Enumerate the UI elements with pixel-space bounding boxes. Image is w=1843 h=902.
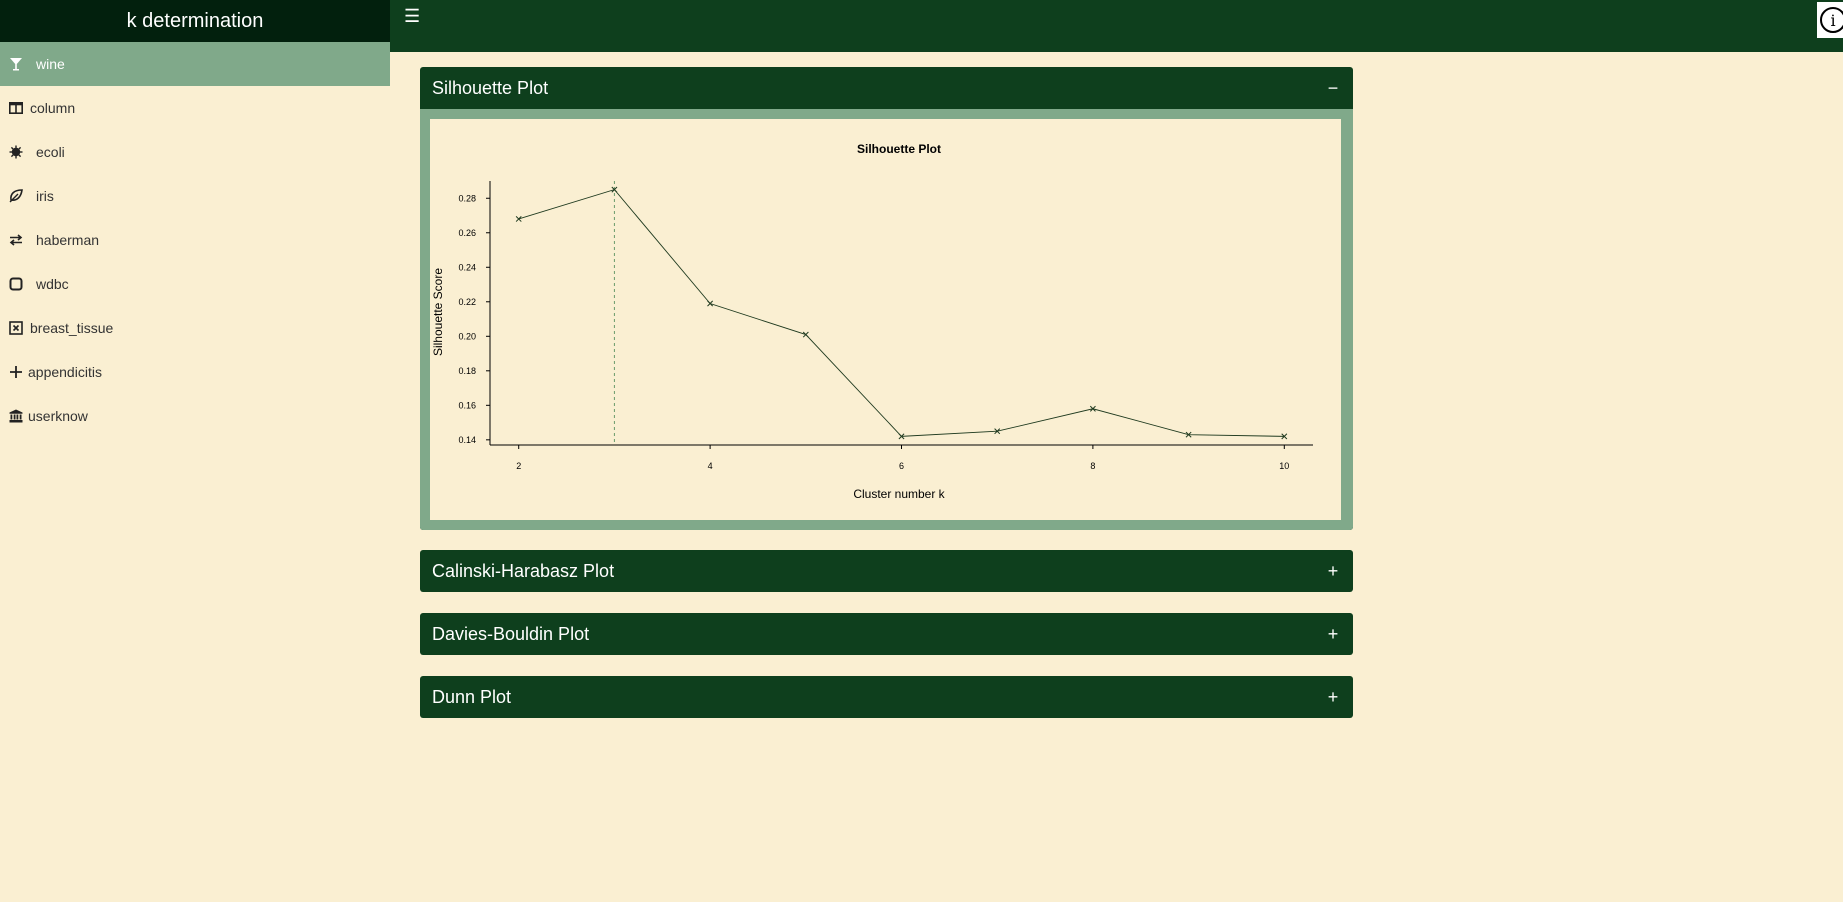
sidebar-item-iris[interactable]: iris: [0, 174, 390, 218]
x-axis-label: Cluster number k: [853, 487, 945, 501]
sidebar: k determination wine column ecoli iris h…: [0, 0, 390, 902]
collapse-button[interactable]: −: [1325, 78, 1341, 99]
sidebar-item-column[interactable]: column: [0, 86, 390, 130]
box-title: Dunn Plot: [432, 686, 512, 707]
exchange-icon: [8, 232, 24, 248]
y-tick-label: 0.28: [458, 193, 476, 203]
virus-icon: [8, 144, 24, 160]
y-tick-label: 0.26: [458, 228, 476, 238]
expand-button[interactable]: +: [1325, 624, 1341, 645]
box-body: Silhouette Plot Cluster number k Silhoue…: [420, 109, 1353, 530]
x-tick-label: 2: [516, 461, 521, 471]
sidebar-item-label: userknow: [28, 408, 88, 424]
box-title: Calinski-Harabasz Plot: [432, 560, 615, 581]
sidebar-item-label: wdbc: [36, 276, 69, 292]
cocktail-glass-icon: [8, 56, 24, 72]
box-title: Davies-Bouldin Plot: [432, 623, 590, 644]
data-point: [802, 331, 809, 338]
y-tick-label: 0.20: [458, 331, 476, 341]
leaf-icon: [8, 188, 24, 204]
sidebar-item-label: ecoli: [36, 144, 65, 160]
sidebar-item-label: column: [30, 100, 76, 116]
data-point: [707, 300, 714, 307]
sidebar-item-ecoli[interactable]: ecoli: [0, 130, 390, 174]
y-axis-label: Silhouette Score: [431, 268, 445, 356]
sidebar-item-label: iris: [36, 188, 54, 204]
university-icon: [8, 408, 24, 424]
data-point: [515, 216, 522, 222]
x-tick-label: 4: [708, 461, 713, 471]
series-line: [518, 189, 1285, 437]
x-tick-label: 6: [899, 461, 904, 471]
columns-icon: [8, 100, 24, 116]
y-tick-label: 0.18: [458, 366, 476, 376]
sidebar-item-label: breast_tissue: [30, 320, 114, 336]
chart-title: Silhouette Plot: [857, 142, 941, 156]
x-tick-label: 10: [1279, 461, 1289, 471]
box-title: Silhouette Plot: [432, 77, 549, 98]
sidebar-item-label: appendicitis: [28, 364, 102, 380]
silhouette-chart: Silhouette Plot Cluster number k Silhoue…: [430, 119, 1341, 520]
sidebar-item-haberman[interactable]: haberman: [0, 218, 390, 262]
expand-button[interactable]: +: [1325, 561, 1341, 582]
sidebar-item-wdbc[interactable]: wdbc: [0, 262, 390, 306]
y-tick-label: 0.14: [458, 435, 476, 445]
hamburger-icon[interactable]: ☰: [404, 6, 420, 27]
x-tick-label: 8: [1090, 461, 1095, 471]
box-header: Calinski-Harabasz Plot +: [420, 550, 1353, 592]
sidebar-item-wine[interactable]: wine: [0, 42, 390, 86]
sidebar-item-label: wine: [36, 56, 65, 72]
calinski-harabasz-plot-box: Calinski-Harabasz Plot +: [420, 550, 1353, 592]
box-header: Silhouette Plot −: [420, 67, 1353, 109]
y-tick-label: 0.22: [458, 297, 476, 307]
y-tick-label: 0.16: [458, 400, 476, 410]
app-title: k determination: [0, 0, 390, 42]
sidebar-item-label: haberman: [36, 232, 100, 248]
top-navbar: ☰ i: [390, 0, 1843, 52]
plus-icon: [8, 364, 24, 380]
davies-bouldin-plot-box: Davies-Bouldin Plot +: [420, 613, 1353, 655]
box-header: Dunn Plot +: [420, 676, 1353, 718]
x-square-icon: [8, 320, 24, 336]
box-header: Davies-Bouldin Plot +: [420, 613, 1353, 655]
dunn-plot-box: Dunn Plot +: [420, 676, 1353, 718]
sidebar-item-breast-tissue[interactable]: breast_tissue: [0, 306, 390, 350]
chart-svg: Silhouette Plot Cluster number k Silhoue…: [431, 142, 1313, 501]
sidebar-item-userknow[interactable]: userknow: [0, 394, 390, 438]
y-tick-label: 0.24: [458, 262, 476, 272]
info-circle-icon: i: [1820, 7, 1843, 33]
sidebar-item-appendicitis[interactable]: appendicitis: [0, 350, 390, 394]
expand-button[interactable]: +: [1325, 687, 1341, 708]
info-button[interactable]: i: [1817, 2, 1843, 38]
silhouette-plot-box: Silhouette Plot − Silhouette Plot Cluste…: [420, 67, 1353, 530]
square-icon: [8, 276, 24, 292]
